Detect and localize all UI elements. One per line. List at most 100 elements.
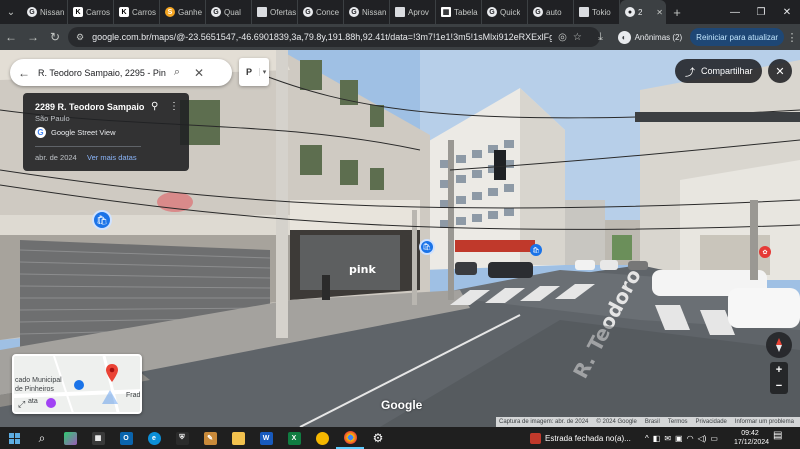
volume-icon[interactable]: ◁): [698, 434, 707, 443]
browser-tab[interactable]: G Quick: [482, 0, 528, 24]
tray-app-icon-3[interactable]: ▣: [675, 434, 683, 443]
shopping-place-marker[interactable]: 🛍: [92, 210, 112, 230]
close-tab-icon[interactable]: ✕: [656, 8, 663, 17]
browser-menu-icon[interactable]: ⋮: [784, 31, 800, 44]
browser-tab[interactable]: ▦ Tabela: [436, 0, 482, 24]
browser-tab[interactable]: G Nissan: [344, 0, 390, 24]
file-tool-icon[interactable]: ✎: [196, 427, 224, 449]
news-alert-icon: [530, 432, 541, 444]
zoom-out-icon[interactable]: −: [776, 380, 782, 392]
tray-app-icon-2[interactable]: ✉: [664, 434, 671, 443]
browser-tab[interactable]: G Conce: [298, 0, 344, 24]
back-arrow-icon[interactable]: ←: [10, 66, 38, 80]
tab-title: Nissan: [362, 7, 387, 17]
reload-icon[interactable]: ↻: [44, 26, 66, 48]
notification-icon[interactable]: ▤: [773, 430, 782, 441]
file-explorer-icon[interactable]: [224, 427, 252, 449]
browser-tab[interactable]: ● 2 ✕: [620, 0, 666, 24]
system-tray: ^ ◧ ✉ ▣ ◠ ◁) ▭: [645, 427, 718, 449]
close-window-icon[interactable]: ✕: [774, 0, 800, 24]
compass-icon[interactable]: [766, 332, 792, 358]
k-icon: K: [119, 7, 129, 17]
location-title: 2289 R. Teodoro Sampaio: [35, 102, 145, 112]
close-street-view-button[interactable]: ✕: [768, 59, 792, 83]
browser-tab[interactable]: Ofertas: [252, 0, 298, 24]
report-problem-link[interactable]: Informar um problema: [735, 419, 794, 425]
more-options-icon[interactable]: ⋮: [169, 101, 179, 112]
news-widget[interactable]: Estrada fechada no(a)...: [530, 427, 631, 449]
tab-title: Qual: [224, 7, 241, 17]
browser-tab[interactable]: K Carros: [68, 0, 114, 24]
search-taskbar-icon[interactable]: ⌕: [28, 427, 56, 449]
maps-search-box[interactable]: ← R. Teodoro Sampaio, 2295 - Pinheiros ⌕…: [10, 59, 232, 86]
minimize-icon[interactable]: —: [722, 0, 748, 24]
forward-icon[interactable]: →: [22, 26, 44, 48]
battery-icon[interactable]: ▭: [710, 434, 718, 443]
more-dates-link[interactable]: Ver mais datas: [87, 153, 137, 162]
chevron-up-icon[interactable]: ^: [645, 434, 649, 443]
minimap[interactable]: cado Municipal de Pinheiros ata Frad ⤢: [12, 354, 142, 414]
url-text[interactable]: google.com.br/maps/@-23.5651547,-46.6901…: [92, 32, 552, 42]
site-info-icon[interactable]: ⚙: [76, 32, 84, 43]
red-pin-icon: [106, 364, 118, 382]
tab-search-icon[interactable]: ⌄: [0, 0, 22, 24]
bookmark-star-icon[interactable]: ☆: [573, 32, 582, 43]
shopping-place-marker-3[interactable]: 🛍: [530, 244, 542, 256]
browser-tab[interactable]: G Qual: [206, 0, 252, 24]
browser-tab[interactable]: Aprov: [390, 0, 436, 24]
share-icon: ⤴: [685, 67, 695, 79]
google-icon: G: [27, 7, 37, 17]
chrome-icon[interactable]: [336, 427, 364, 449]
street-view-source: G Google Street View: [35, 127, 115, 138]
food-place-marker[interactable]: ✿: [759, 246, 771, 258]
edge-icon[interactable]: e: [140, 427, 168, 449]
wifi-icon[interactable]: ◠: [687, 434, 694, 443]
search-input[interactable]: R. Teodoro Sampaio, 2295 - Pinheiros: [38, 68, 166, 78]
excel-icon[interactable]: X: [280, 427, 308, 449]
widgets-icon[interactable]: ▦: [84, 427, 112, 449]
country-link[interactable]: Brasil: [645, 419, 660, 425]
browser-tab[interactable]: Tokio: [574, 0, 620, 24]
restart-update-button[interactable]: Reiniciar para atualizar: [690, 28, 784, 46]
download-icon[interactable]: ⤓: [592, 31, 610, 44]
capture-attribution: Captura de imagem: abr. de 2024: [499, 419, 589, 425]
map-pin-icon[interactable]: ⚲: [151, 101, 158, 112]
tray-app-icon[interactable]: ◧: [653, 434, 661, 443]
expand-map-icon[interactable]: ⤢: [18, 399, 25, 410]
terms-link[interactable]: Termos: [668, 419, 688, 425]
share-button[interactable]: ⤴ Compartilhar: [675, 59, 762, 83]
start-button[interactable]: [0, 427, 28, 449]
zoom-in-icon[interactable]: +: [776, 364, 782, 376]
security-icon[interactable]: ⛨: [168, 427, 196, 449]
street-view-info-card: 2289 R. Teodoro Sampaio São Paulo ⚲ ⋮ G …: [23, 93, 189, 171]
copilot-icon[interactable]: [56, 427, 84, 449]
screen: ⌄ G Nissan K Carros K Carros S Ganhe G Qual Oferta…: [0, 0, 800, 449]
tab-title: Carros: [132, 7, 157, 17]
browser-tab[interactable]: G Nissan: [22, 0, 68, 24]
clock[interactable]: 09:42 17/12/2024: [734, 429, 769, 447]
privacy-link[interactable]: Privacidade: [696, 419, 727, 425]
browser-tab[interactable]: Gauto: [528, 0, 574, 24]
settings-icon[interactable]: ⚙: [364, 427, 392, 449]
browser-tab[interactable]: K Carros: [114, 0, 160, 24]
incognito-label: Anônimas (2): [634, 32, 683, 42]
tab-title: Aprov: [408, 7, 429, 17]
restore-icon[interactable]: ❐: [748, 0, 774, 24]
eye-off-icon[interactable]: ◎: [558, 32, 567, 43]
google-g-icon: G: [35, 127, 46, 138]
browser-tab[interactable]: S Ganhe: [160, 0, 206, 24]
close-search-icon[interactable]: ✕: [188, 66, 210, 80]
outlook-icon[interactable]: O: [112, 427, 140, 449]
chevron-down-icon[interactable]: ▾: [259, 68, 269, 76]
minimap-label-market: cado Municipal de Pinheiros: [15, 377, 62, 393]
address-bar[interactable]: ⚙ google.com.br/maps/@-23.5651547,-46.69…: [68, 27, 600, 47]
search-icon[interactable]: ⌕: [166, 66, 188, 79]
new-tab-button[interactable]: +: [666, 0, 688, 24]
weather-icon[interactable]: [308, 427, 336, 449]
word-icon[interactable]: W: [252, 427, 280, 449]
back-icon[interactable]: ←: [0, 26, 22, 48]
incognito-profile-button[interactable]: ◐ Anônimas (2): [610, 30, 691, 44]
google-icon: G: [533, 7, 543, 17]
pegman-selector[interactable]: P ▾: [239, 58, 269, 86]
shopping-place-marker-2[interactable]: 🛍: [419, 239, 435, 255]
